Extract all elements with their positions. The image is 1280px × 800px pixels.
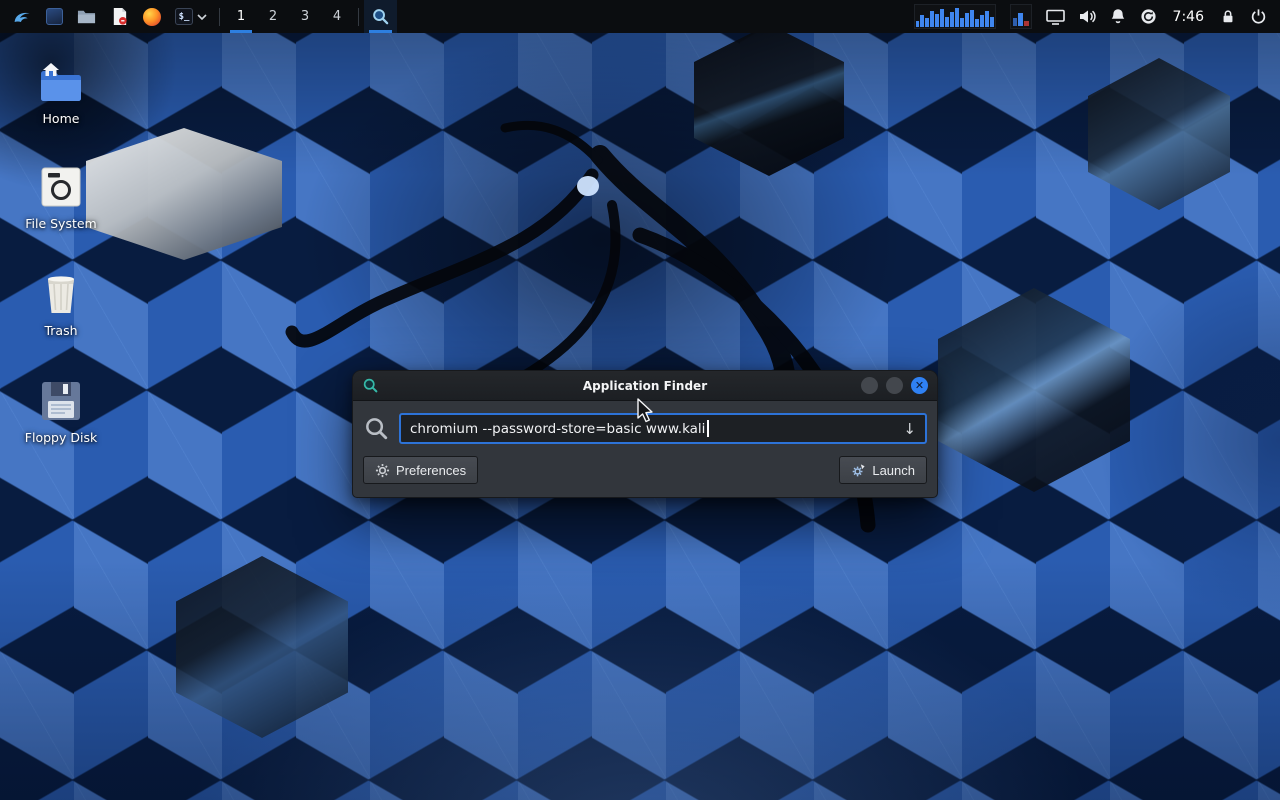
window-icon xyxy=(46,8,63,25)
software-update-icon xyxy=(1140,8,1157,25)
cpu-graph[interactable] xyxy=(907,0,1003,33)
power-icon xyxy=(1250,8,1267,25)
trash-bin-icon xyxy=(37,270,85,318)
panel-separator xyxy=(219,8,220,26)
folder-icon xyxy=(77,7,96,26)
launcher-terminal[interactable]: $_ xyxy=(168,0,195,33)
desktop-icon-label: Trash xyxy=(22,323,100,338)
bell-icon xyxy=(1110,8,1126,25)
preferences-button-label: Preferences xyxy=(396,463,466,478)
logout-button[interactable] xyxy=(1243,0,1274,33)
desktop-icon-file-system[interactable]: File System xyxy=(22,163,100,231)
cpu-graph-bars xyxy=(914,4,996,29)
panel-separator xyxy=(358,8,359,26)
screen-lock-button[interactable] xyxy=(1213,0,1243,33)
history-dropdown-button[interactable]: ↓ xyxy=(897,420,916,438)
desktop-icon-label: File System xyxy=(22,216,100,231)
lock-icon xyxy=(1220,8,1236,25)
minimize-button[interactable] xyxy=(861,377,878,394)
launch-icon xyxy=(851,463,866,478)
finder-body: chromium --password-store=basic www.kali… xyxy=(353,401,937,494)
launch-button-label: Launch xyxy=(872,463,915,478)
close-icon: ✕ xyxy=(915,380,924,391)
desktop-icon-trash[interactable]: Trash xyxy=(22,270,100,338)
display-icon xyxy=(1046,9,1065,25)
top-panel: $_ 1 2 3 4 xyxy=(0,0,1280,33)
display-tray-button[interactable] xyxy=(1039,0,1072,33)
launcher-dropdown-button[interactable] xyxy=(195,0,214,33)
kali-menu-button[interactable] xyxy=(6,0,39,33)
search-icon xyxy=(363,415,390,442)
gear-icon xyxy=(375,463,390,478)
document-icon xyxy=(110,7,129,26)
search-icon xyxy=(371,7,390,26)
updates-tray-button[interactable] xyxy=(1133,0,1164,33)
application-finder-icon xyxy=(362,377,379,394)
file-system-drive-icon xyxy=(37,163,85,211)
volume-tray-button[interactable] xyxy=(1072,0,1103,33)
maximize-button[interactable] xyxy=(886,377,903,394)
taskbar-application-finder[interactable] xyxy=(364,0,397,33)
desktop-icon-label: Home xyxy=(22,111,100,126)
application-finder-window: Application Finder ✕ chromium --password… xyxy=(352,370,938,498)
search-input-text: chromium --password-store=basic www.kali xyxy=(410,421,705,437)
workspace-4[interactable]: 4 xyxy=(321,0,353,33)
desktop-icon-floppy-disk[interactable]: Floppy Disk xyxy=(22,377,100,445)
terminal-icon: $_ xyxy=(175,8,193,25)
chevron-down-icon xyxy=(197,14,207,20)
speaker-icon xyxy=(1079,9,1096,24)
launcher-file-manager[interactable] xyxy=(70,0,103,33)
launch-button[interactable]: Launch xyxy=(839,456,927,484)
text-caret xyxy=(707,420,709,437)
floppy-disk-icon xyxy=(37,377,85,425)
network-graph xyxy=(1010,4,1032,29)
network-monitor[interactable] xyxy=(1003,0,1039,33)
launcher-firefox[interactable] xyxy=(136,0,168,33)
workspace-1[interactable]: 1 xyxy=(225,0,257,33)
workspace-3[interactable]: 3 xyxy=(289,0,321,33)
workspace-2[interactable]: 2 xyxy=(257,0,289,33)
window-title: Application Finder xyxy=(353,379,937,393)
desktop-icon-home[interactable]: Home xyxy=(22,58,100,126)
notifications-tray-button[interactable] xyxy=(1103,0,1133,33)
preferences-button[interactable]: Preferences xyxy=(363,456,478,484)
launcher-text-editor[interactable] xyxy=(103,0,136,33)
launcher-window[interactable] xyxy=(39,0,70,33)
close-button[interactable]: ✕ xyxy=(911,377,928,394)
clock[interactable]: 7:46 xyxy=(1164,0,1213,33)
search-input[interactable]: chromium --password-store=basic www.kali… xyxy=(399,413,927,444)
home-folder-icon xyxy=(37,58,85,106)
desktop-icon-label: Floppy Disk xyxy=(22,430,100,445)
kali-logo-icon xyxy=(13,7,32,26)
titlebar[interactable]: Application Finder ✕ xyxy=(353,371,937,401)
firefox-icon xyxy=(143,8,161,26)
desktop-screen: $_ 1 2 3 4 xyxy=(0,0,1280,800)
